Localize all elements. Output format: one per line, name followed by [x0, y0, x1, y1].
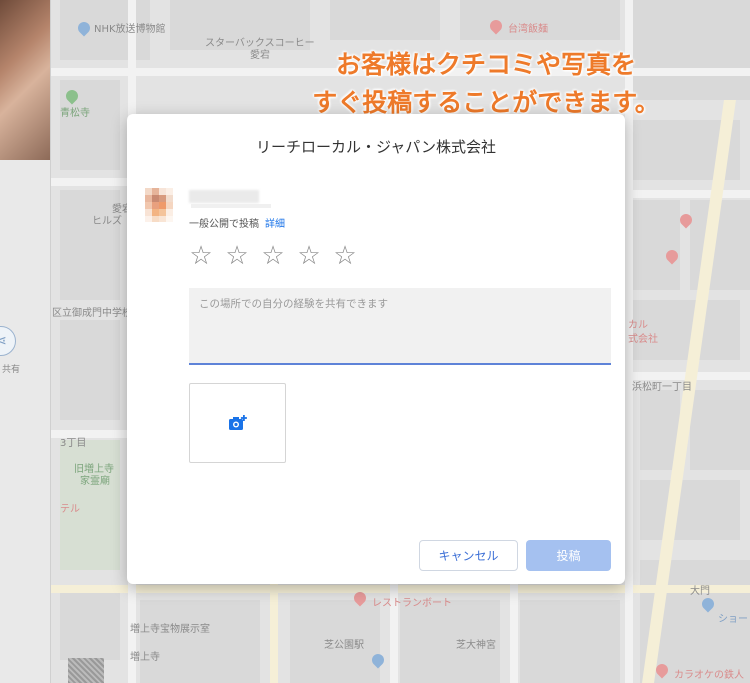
- add-photo-icon: [229, 415, 247, 430]
- share-icon[interactable]: ⋖: [0, 326, 16, 356]
- map-label: 浜松町一丁目: [632, 382, 692, 393]
- review-dialog: リーチローカル・ジャパン株式会社 一般公開で投稿 詳細 ☆ ☆ ☆ ☆ ☆ この…: [127, 114, 625, 584]
- star-1-icon[interactable]: ☆: [187, 242, 215, 270]
- place-side-panel: ⋖ 共有: [0, 0, 51, 683]
- map-label: 青松寺: [60, 108, 90, 119]
- map-label: カル: [628, 320, 648, 331]
- post-button[interactable]: 投稿: [526, 540, 611, 571]
- review-text-field[interactable]: [189, 288, 611, 365]
- star-5-icon[interactable]: ☆: [331, 242, 359, 270]
- share-label: 共有: [2, 365, 21, 375]
- map-label: 増上寺宝物展示室: [130, 624, 210, 635]
- privacy-text: 一般公開で投稿: [189, 219, 259, 230]
- map-label: テル: [60, 504, 80, 515]
- map-label: 式会社: [628, 334, 658, 345]
- map-label: 家霊廟: [80, 476, 110, 487]
- place-photo[interactable]: [0, 0, 50, 160]
- cancel-button[interactable]: キャンセル: [419, 540, 518, 571]
- promo-line-1: お客様はクチコミや写真を: [335, 50, 636, 79]
- star-4-icon[interactable]: ☆: [295, 242, 323, 270]
- privacy-notice: 一般公開で投稿 詳細: [189, 215, 285, 230]
- map-label: 芝公園駅: [324, 640, 364, 651]
- user-name-redacted: [191, 204, 271, 208]
- map-label: 大門: [690, 586, 710, 597]
- star-rating[interactable]: ☆ ☆ ☆ ☆ ☆: [187, 242, 359, 270]
- star-2-icon[interactable]: ☆: [223, 242, 251, 270]
- map-label: 台湾飯麺: [508, 24, 548, 35]
- user-name-redacted: [189, 190, 259, 203]
- promo-caption: お客様はクチコミや写真を すぐ投稿することができます。: [236, 46, 736, 122]
- map-label: カラオケの鉄人: [674, 670, 744, 681]
- map-label: ヒルズ: [92, 216, 122, 227]
- map-label: NHK放送博物館: [94, 24, 166, 35]
- map-label: 増上寺: [130, 652, 160, 663]
- map-label: 区立御成門中学校: [52, 308, 132, 319]
- review-textarea[interactable]: [189, 288, 611, 363]
- avatar: [145, 188, 173, 222]
- map-label: 3丁目: [60, 438, 87, 449]
- star-3-icon[interactable]: ☆: [259, 242, 287, 270]
- map-label: レストランボート: [372, 598, 452, 609]
- map-label: ショー: [718, 614, 748, 625]
- dialog-title: リーチローカル・ジャパン株式会社: [255, 138, 496, 156]
- street-view-thumbnail[interactable]: [68, 658, 104, 683]
- map-label: 芝大神宮: [456, 640, 496, 651]
- add-photo-button[interactable]: [189, 383, 286, 463]
- privacy-details-link[interactable]: 詳細: [265, 219, 285, 230]
